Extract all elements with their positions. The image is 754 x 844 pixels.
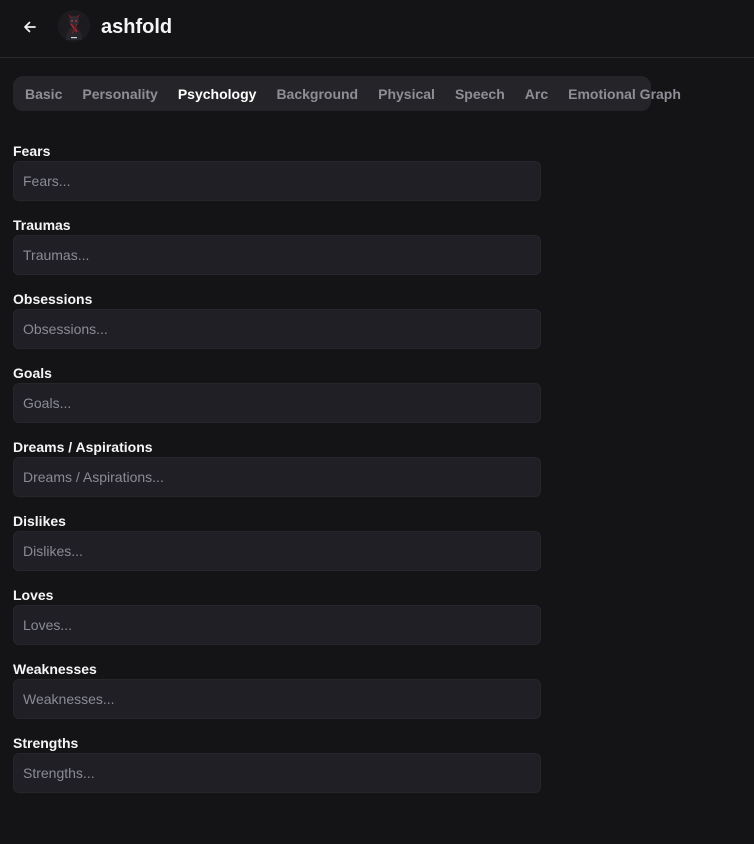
avatar[interactable]: [58, 10, 90, 42]
field-loves: Loves: [13, 585, 541, 659]
tab-speech[interactable]: Speech: [455, 84, 505, 104]
obsessions-label: Obsessions: [13, 291, 93, 307]
dreams-aspirations-label: Dreams / Aspirations: [13, 439, 153, 455]
fears-label: Fears: [13, 143, 51, 159]
goals-input[interactable]: [13, 383, 541, 423]
loves-input[interactable]: [13, 605, 541, 645]
strengths-label: Strengths: [13, 735, 79, 751]
tab-arc[interactable]: Arc: [525, 84, 548, 104]
arrow-left-icon: [24, 21, 36, 33]
traumas-label: Traumas: [13, 217, 71, 233]
tab-physical[interactable]: Physical: [378, 84, 435, 104]
fears-input[interactable]: [13, 161, 541, 201]
tab-personality[interactable]: Personality: [82, 84, 157, 104]
dislikes-label: Dislikes: [13, 513, 66, 529]
field-dislikes: Dislikes: [13, 511, 541, 585]
obsessions-input[interactable]: [13, 309, 541, 349]
field-dreams-aspirations: Dreams / Aspirations: [13, 437, 541, 511]
field-obsessions: Obsessions: [13, 289, 541, 363]
back-button[interactable]: [16, 13, 44, 41]
tab-psychology[interactable]: Psychology: [178, 84, 257, 104]
psychology-form: Fears Traumas Obsessions Goals Dreams / …: [13, 141, 541, 807]
dislikes-input[interactable]: [13, 531, 541, 571]
weaknesses-input[interactable]: [13, 679, 541, 719]
loves-label: Loves: [13, 587, 54, 603]
field-weaknesses: Weaknesses: [13, 659, 541, 733]
strengths-input[interactable]: [13, 753, 541, 793]
field-strengths: Strengths: [13, 733, 541, 807]
page-title: ashfold: [101, 16, 173, 38]
tab-bar: Basic Personality Psychology Background …: [13, 76, 681, 111]
goals-label: Goals: [13, 365, 52, 381]
tab-basic[interactable]: Basic: [25, 84, 62, 104]
tab-emotional-graph[interactable]: Emotional Graph: [568, 84, 681, 104]
tab-background[interactable]: Background: [276, 84, 358, 104]
field-goals: Goals: [13, 363, 541, 437]
field-fears: Fears: [13, 141, 541, 215]
field-traumas: Traumas: [13, 215, 541, 289]
dreams-aspirations-input[interactable]: [13, 457, 541, 497]
traumas-input[interactable]: [13, 235, 541, 275]
weaknesses-label: Weaknesses: [13, 661, 97, 677]
page-header: ashfold: [0, 0, 754, 58]
character-avatar-icon: [58, 10, 90, 42]
